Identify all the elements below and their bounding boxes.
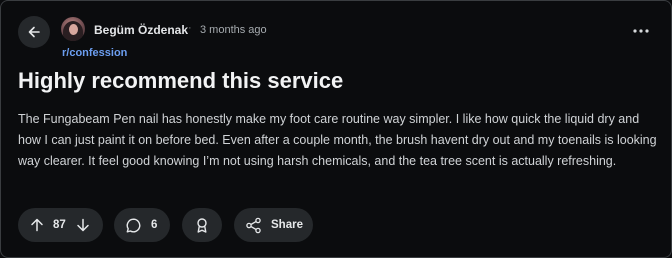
- comment-bubble-icon: [125, 217, 142, 234]
- arrow-up-icon: [29, 217, 45, 233]
- post-card: Begüm Özdenak · 3 months ago r/confessio…: [0, 0, 672, 258]
- post-title: Highly recommend this service: [18, 68, 344, 93]
- meta-separator: ·: [188, 22, 192, 34]
- share-button[interactable]: Share: [234, 208, 313, 242]
- subreddit-link[interactable]: r/confession: [62, 47, 127, 59]
- share-icon: [245, 217, 262, 234]
- vote-count: 87: [53, 219, 66, 231]
- post-timestamp: 3 months ago: [200, 24, 267, 36]
- arrow-left-icon: [27, 25, 41, 39]
- more-options-button[interactable]: [629, 21, 653, 41]
- more-horizontal-icon: [633, 29, 649, 33]
- award-icon: [194, 217, 210, 234]
- comments-button[interactable]: 6: [114, 208, 170, 242]
- vote-bar: 87: [18, 208, 103, 242]
- avatar[interactable]: [61, 17, 85, 41]
- award-button[interactable]: [182, 208, 222, 242]
- arrow-down-icon: [75, 217, 91, 233]
- comment-count: 6: [151, 219, 158, 231]
- upvote-button[interactable]: [29, 217, 45, 233]
- back-button[interactable]: [18, 16, 50, 48]
- author-name[interactable]: Begüm Özdenak: [94, 23, 188, 37]
- downvote-button[interactable]: [75, 217, 91, 233]
- share-label: Share: [271, 219, 303, 231]
- post-body: The Fungabeam Pen nail has honestly make…: [18, 112, 657, 168]
